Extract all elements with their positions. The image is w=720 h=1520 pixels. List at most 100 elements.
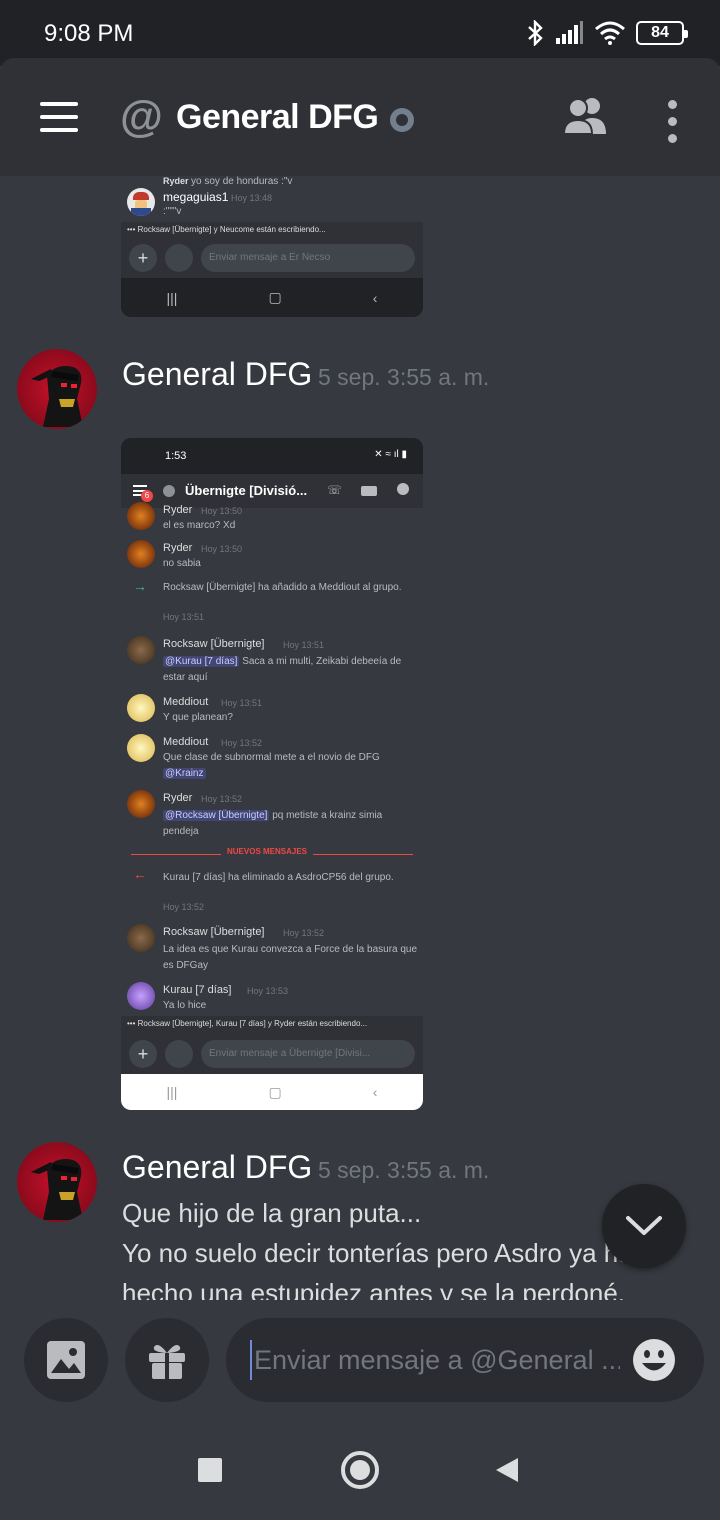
embed-time: Hoy 13:51	[163, 612, 205, 622]
home-icon[interactable]	[341, 1451, 379, 1489]
gift-icon	[149, 1345, 185, 1379]
status-bar: 9:08 PM 84	[0, 0, 720, 66]
embed-time: Hoy 13:50	[201, 506, 243, 516]
embed-typing: ••• Rocksaw [Übernigte], Kurau [7 días] …	[121, 1016, 423, 1032]
recents-icon[interactable]	[198, 1458, 222, 1482]
status-dot-icon	[390, 108, 414, 132]
message-input[interactable]	[250, 1340, 620, 1380]
embed-line-author: Ryder	[163, 176, 189, 186]
channel-title: General DFG	[176, 98, 379, 136]
embed-channel: Übernigte [Divisió...	[185, 483, 308, 498]
attachment-image[interactable]: 1:53 ✕ ≈ ıl ▮ 6 Übernigte [Divisió... ☏ …	[121, 438, 423, 1110]
embed-avatar	[127, 734, 155, 762]
message-author[interactable]: General DFG	[122, 1149, 312, 1186]
avatar-image	[31, 366, 83, 427]
embed-time: Hoy 13:48	[231, 193, 273, 203]
embed-text: @Rocksaw [Übernigte] pq metiste a krainz…	[163, 810, 383, 837]
embed-navbar: ||| ▢ ‹	[121, 1074, 423, 1110]
embed-status-icons: ✕ ≈ ıl ▮	[374, 449, 407, 460]
embed-video-icon	[361, 486, 377, 496]
embed-time: Hoy 13:52	[201, 794, 243, 804]
message-author[interactable]: General DFG	[122, 356, 312, 393]
arrow-right-icon: →	[133, 578, 147, 594]
bluetooth-icon	[528, 20, 543, 46]
embed-status-bar: 1:53 ✕ ≈ ıl ▮	[121, 438, 423, 474]
status-icons: 84	[526, 20, 688, 46]
embed-author: megaguias1	[163, 190, 229, 204]
embed-line-text: yo soy de honduras :"v	[191, 176, 293, 187]
embed-typing: ••• Rocksaw [Übernigte] y Neucome están …	[121, 222, 423, 238]
attach-image-button[interactable]	[24, 1318, 108, 1402]
scroll-to-bottom-button[interactable]	[602, 1184, 686, 1268]
embed-input: Enviar mensaje a Übernigte [Divisi...	[201, 1040, 415, 1068]
embed-author: Meddiout	[163, 736, 209, 748]
embed-author: Rocksaw [Übernigte]	[163, 926, 265, 938]
embed-author: Ryder	[163, 504, 193, 516]
embed-time: Hoy 13:53	[247, 986, 289, 996]
embed-text: no sabia	[163, 558, 201, 569]
wifi-icon	[595, 21, 625, 45]
embed-composer: + Enviar mensaje a Übernigte [Divisi...	[121, 1032, 423, 1074]
embed-home-icon: ▢	[268, 1083, 282, 1100]
channel-header: @ General DFG	[0, 58, 720, 176]
at-icon: @	[120, 92, 163, 141]
embed-recents-icon: |||	[166, 289, 178, 306]
embed-author: Meddiout	[163, 696, 209, 708]
avatar-image	[31, 1159, 83, 1220]
embed-text: @Kurau [7 días] Saca a mi multi, Zeikabi…	[163, 656, 402, 683]
message-input-container[interactable]	[226, 1318, 704, 1402]
embed-text: el es marco? Xd	[163, 520, 236, 531]
embed-avatar	[127, 790, 155, 818]
embed-text: Y que planean?	[163, 712, 233, 723]
back-icon[interactable]	[492, 1456, 520, 1484]
embed-add-icon: +	[129, 1040, 157, 1068]
embed-time: Hoy 13:50	[201, 544, 243, 554]
members-icon[interactable]	[562, 96, 608, 136]
system-nav-bar	[0, 1420, 720, 1520]
image-icon	[47, 1341, 85, 1379]
embed-recents-icon: |||	[166, 1084, 178, 1100]
embed-time: Hoy 13:51	[221, 698, 263, 708]
new-messages-label: NUEVOS MENSAJES	[221, 847, 314, 856]
embed-avatar	[127, 982, 155, 1010]
embed-header: 6 Übernigte [Divisió... ☏	[121, 474, 423, 508]
embed-time: Hoy 13:52	[163, 902, 205, 912]
embed-input: Enviar mensaje a Er Necso	[201, 244, 415, 272]
embed-back-icon: ‹	[372, 289, 378, 306]
embed-time: Hoy 13:51	[283, 640, 325, 650]
embed-chat: Ryder Hoy 13:50 el es marco? Xd Ryder Ho…	[121, 502, 423, 1034]
message-composer	[0, 1300, 720, 1420]
arrow-left-icon: ←	[133, 866, 147, 882]
embed-avatar	[127, 694, 155, 722]
embed-gift-icon	[165, 244, 193, 272]
embed-time: Hoy 13:52	[221, 738, 263, 748]
menu-icon[interactable]	[40, 102, 78, 132]
avatar[interactable]	[17, 1142, 97, 1222]
embed-avatar	[127, 502, 155, 530]
embed-author: Rocksaw [Übernigte]	[163, 638, 265, 650]
avatar[interactable]	[17, 349, 97, 429]
message-timestamp: 5 sep. 3:55 a. m.	[318, 364, 490, 390]
embed-author: Ryder	[163, 792, 193, 804]
emoji-icon[interactable]	[632, 1338, 676, 1382]
attachment-image-top[interactable]: Ryder yo soy de honduras :"v megaguias1 …	[121, 176, 423, 317]
embed-system: Kurau [7 días] ha eliminado a AsdroCP56 …	[163, 872, 394, 883]
embed-badge: 6	[141, 490, 153, 502]
gift-button[interactable]	[125, 1318, 209, 1402]
more-options-icon[interactable]	[668, 100, 677, 143]
embed-call-icon: ☏	[327, 483, 343, 497]
message-text-line: hecho una estupidez antes y se la perdon…	[122, 1278, 626, 1300]
embed-gift-icon	[165, 1040, 193, 1068]
message-text-line: Yo no suelo decir tonterías pero Asdro y…	[122, 1238, 633, 1268]
embed-text: Ya lo hice	[163, 1000, 207, 1011]
embed-avatar	[127, 188, 155, 216]
embed-navbar: ||| ▢ ‹	[121, 278, 423, 317]
message-list[interactable]: Ryder yo soy de honduras :"v megaguias1 …	[0, 176, 720, 1300]
embed-time: Hoy 13:52	[283, 928, 325, 938]
embed-mention: @Rocksaw [Übernigte]	[163, 810, 270, 821]
embed-group-icon	[163, 485, 175, 497]
embed-author: Ryder	[163, 542, 193, 554]
chevron-down-icon	[626, 1216, 662, 1235]
signal-icon	[556, 21, 583, 44]
embed-avatar	[127, 924, 155, 952]
